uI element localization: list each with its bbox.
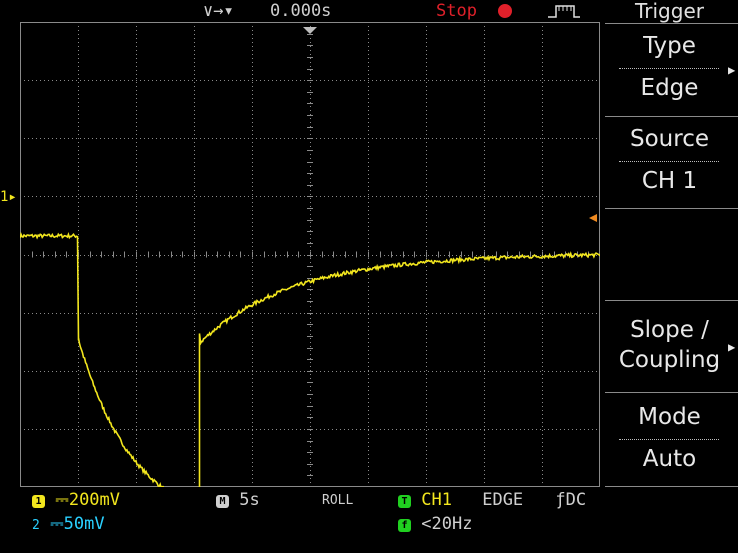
edge-trigger-icon bbox=[548, 5, 580, 18]
menu-divider bbox=[605, 486, 738, 487]
trigger-time-marker bbox=[303, 27, 317, 34]
run-status-label: Stop bbox=[436, 1, 477, 21]
trigger-readout[interactable]: T CH1 EDGE ƒDC bbox=[398, 489, 586, 511]
menu-item-value: CH 1 bbox=[641, 168, 698, 194]
graticule bbox=[20, 22, 600, 487]
trigger-level-marker bbox=[589, 214, 597, 222]
waveform-display[interactable] bbox=[20, 22, 600, 487]
ch2-scale-readout[interactable]: 2 ⎓50mV bbox=[32, 513, 105, 537]
menu-item-value: Edge bbox=[640, 75, 699, 101]
top-status-bar: ∨→▾ 0.000s Stop bbox=[0, 0, 600, 22]
menu-item-label: Slope / bbox=[630, 317, 709, 343]
timebase-value: 5s bbox=[239, 490, 260, 510]
ch1-level-marker[interactable]: 1▸ bbox=[0, 189, 17, 205]
menu-item-source[interactable]: Source CH 1 bbox=[605, 125, 734, 195]
timebase-badge-icon: M bbox=[216, 495, 229, 508]
trigger-type: EDGE bbox=[482, 490, 524, 510]
trigger-source: CH1 bbox=[421, 490, 452, 510]
frequency-readout: f <20Hz bbox=[398, 513, 472, 535]
menu-item-value: Auto bbox=[642, 446, 697, 472]
timebase-readout[interactable]: M 5s bbox=[216, 489, 260, 511]
trigger-position-indicator: ∨→▾ bbox=[203, 1, 234, 21]
ch1-scale: 200mV bbox=[68, 490, 121, 510]
menu-divider bbox=[605, 23, 738, 24]
menu-item-mode[interactable]: Mode Auto bbox=[605, 403, 734, 473]
menu-item-type[interactable]: Type Edge bbox=[605, 32, 734, 102]
menu-item-slope-coupling[interactable]: Slope / Coupling bbox=[605, 316, 734, 374]
ch2-scale: 50mV bbox=[63, 514, 105, 534]
stop-indicator-icon bbox=[498, 4, 512, 18]
menu-title: Trigger bbox=[635, 0, 704, 23]
menu-item-value: Coupling bbox=[618, 347, 721, 373]
ch2-coupling-icon: ⎓ bbox=[50, 514, 64, 534]
menu-item-label: Mode bbox=[638, 404, 701, 430]
ch1-trace bbox=[20, 231, 600, 487]
menu-separator bbox=[619, 68, 719, 69]
ch1-badge-icon: 1 bbox=[32, 495, 45, 508]
acquisition-mode: ROLL bbox=[322, 493, 354, 508]
trigger-menu: Trigger Type Edge ▶ Source CH 1 Slope / … bbox=[601, 0, 738, 553]
horizontal-offset-readout: 0.000s bbox=[270, 1, 332, 21]
frequency-value: <20Hz bbox=[421, 514, 473, 534]
ch1-scale-readout[interactable]: 1 ⎓200mV bbox=[32, 489, 120, 511]
ch1-coupling-icon: ⎓ bbox=[55, 490, 69, 510]
menu-divider bbox=[605, 392, 738, 393]
trigger-slope-icon: ƒ bbox=[555, 490, 566, 510]
trigger-coupling: DC bbox=[565, 490, 587, 510]
menu-item-label: Type bbox=[643, 33, 696, 59]
trigger-badge-icon: T bbox=[398, 495, 411, 508]
frequency-badge-icon: f bbox=[398, 519, 411, 532]
menu-divider bbox=[605, 300, 738, 301]
menu-divider bbox=[605, 116, 738, 117]
menu-item-empty bbox=[605, 215, 734, 295]
menu-separator bbox=[619, 161, 719, 162]
ch2-number: 2 bbox=[32, 518, 40, 533]
menu-item-label: Source bbox=[630, 126, 709, 152]
menu-divider bbox=[605, 208, 738, 209]
submenu-arrow-icon: ▶ bbox=[728, 340, 736, 354]
submenu-arrow-icon: ▶ bbox=[728, 63, 736, 77]
menu-separator bbox=[619, 439, 719, 440]
bottom-status-bar: 1 ⎓200mV 2 ⎓50mV M 5s ROLL T CH1 EDGE ƒD… bbox=[0, 487, 600, 553]
